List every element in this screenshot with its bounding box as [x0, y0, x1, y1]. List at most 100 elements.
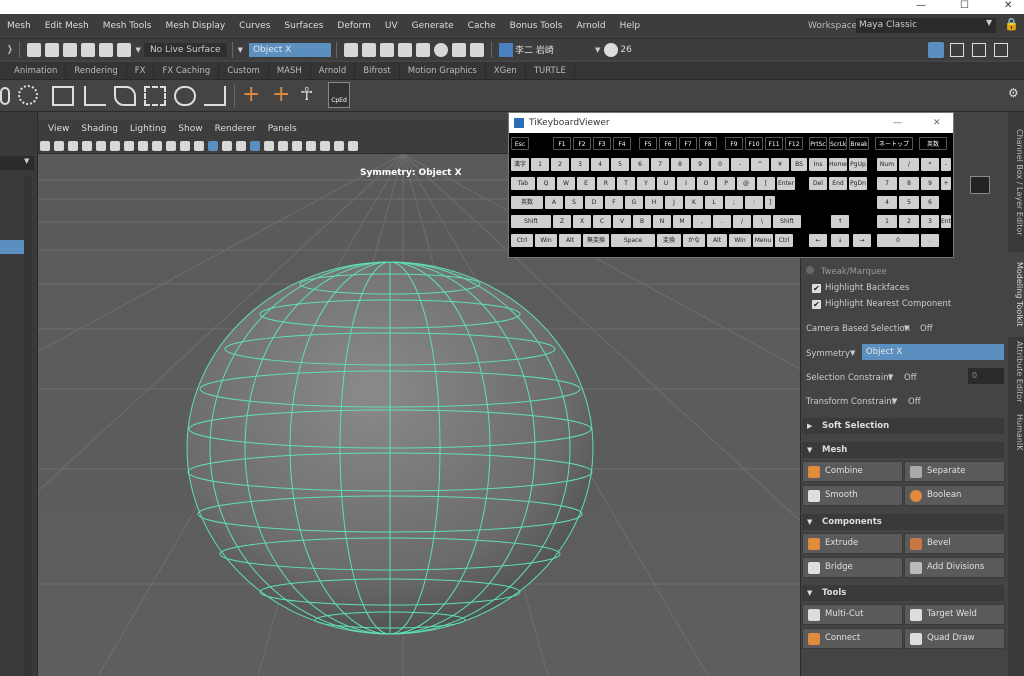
- gate-mask-icon[interactable]: [138, 140, 148, 151]
- maximize-icon[interactable]: ☐: [960, 0, 969, 11]
- selection-mode-icon[interactable]: [970, 176, 990, 194]
- mesh-section[interactable]: Mesh: [802, 442, 1004, 458]
- curve-tool-icon[interactable]: [174, 86, 196, 106]
- viewport-menu-panels[interactable]: Panels: [262, 120, 303, 138]
- ik-handle-icon[interactable]: +: [272, 82, 290, 107]
- checkbox-checked[interactable]: ✔: [812, 284, 821, 293]
- shadows-icon[interactable]: [278, 140, 288, 151]
- use-all-lights-icon[interactable]: [264, 140, 274, 151]
- cped-button[interactable]: CpEd: [328, 82, 350, 108]
- outliner-selected-item[interactable]: [0, 240, 24, 254]
- grid-icon[interactable]: [96, 140, 106, 151]
- arnold-render-icon[interactable]: [451, 42, 466, 57]
- shelf-tool-icon[interactable]: [0, 87, 10, 105]
- radio-icon[interactable]: [806, 266, 814, 274]
- highlight-nearest-option[interactable]: ✔ Highlight Nearest Component: [812, 299, 951, 309]
- select-by-hierarchy-icon[interactable]: [26, 42, 41, 57]
- wireframe-on-shaded-icon[interactable]: [250, 140, 260, 151]
- render-icon[interactable]: [343, 42, 358, 57]
- hypershade-icon[interactable]: [397, 42, 412, 57]
- dropdown-arrow-icon[interactable]: ▼: [850, 349, 855, 357]
- joint-tool-icon[interactable]: +: [242, 82, 260, 107]
- tab-human-ik[interactable]: HumanIK: [1008, 412, 1024, 452]
- safe-action-icon[interactable]: [166, 140, 176, 151]
- shelf-tab-arnold[interactable]: Arnold: [311, 61, 356, 80]
- lock-icon[interactable]: 🔒: [1004, 17, 1019, 31]
- pause-icon[interactable]: [469, 42, 484, 57]
- scrollbar[interactable]: [24, 176, 32, 676]
- multi-cut-button[interactable]: Multi-Cut: [802, 604, 903, 625]
- add-divisions-button[interactable]: Add Divisions: [904, 557, 1005, 578]
- menu-mesh-display[interactable]: Mesh Display: [158, 14, 232, 38]
- safe-title-icon[interactable]: [180, 140, 190, 151]
- combine-button[interactable]: Combine: [802, 461, 903, 482]
- menu-cache[interactable]: Cache: [461, 14, 503, 38]
- camera-based-selection-value[interactable]: Off: [920, 324, 933, 334]
- camera-attributes-icon[interactable]: [54, 140, 64, 151]
- dropdown-arrow-icon[interactable]: ▼: [892, 397, 897, 405]
- symmetry-field[interactable]: Object X: [248, 42, 331, 57]
- default-material-icon[interactable]: [222, 140, 232, 151]
- shelf-tab-bifrost[interactable]: Bifrost: [355, 61, 400, 80]
- close-icon[interactable]: ✕: [933, 113, 941, 133]
- menu-generate[interactable]: Generate: [405, 14, 461, 38]
- shelf-tab-mash[interactable]: MASH: [269, 61, 311, 80]
- menu-mesh[interactable]: Mesh: [0, 14, 38, 38]
- menu-arnold[interactable]: Arnold: [569, 14, 612, 38]
- curve-tool-icon[interactable]: [114, 86, 136, 106]
- menu-help[interactable]: Help: [613, 14, 648, 38]
- tab-channel-box[interactable]: Channel Box / Layer Editor: [1008, 122, 1024, 242]
- tools-section[interactable]: Tools: [802, 585, 1004, 601]
- textured-icon[interactable]: [236, 140, 246, 151]
- attribute-editor-icon[interactable]: [972, 43, 986, 57]
- render-preview-icon[interactable]: [433, 42, 448, 57]
- menu-edit-mesh[interactable]: Edit Mesh: [38, 14, 96, 38]
- soft-selection-section[interactable]: Soft Selection: [802, 418, 1004, 434]
- transform-constraint-value[interactable]: Off: [908, 397, 921, 407]
- menu-bonus-tools[interactable]: Bonus Tools: [503, 14, 570, 38]
- bevel-button[interactable]: Bevel: [904, 533, 1005, 554]
- bridge-button[interactable]: Bridge: [802, 557, 903, 578]
- tab-attribute-editor[interactable]: Attribute Editor: [1008, 337, 1024, 407]
- close-icon[interactable]: ✕: [1004, 0, 1012, 11]
- extrude-button[interactable]: Extrude: [802, 533, 903, 554]
- anti-aliasing-icon[interactable]: [320, 140, 330, 151]
- select-by-object-icon[interactable]: [44, 42, 59, 57]
- smooth-shade-icon[interactable]: [208, 140, 218, 151]
- render-sequence-icon[interactable]: [415, 42, 430, 57]
- minimize-icon[interactable]: —: [893, 113, 902, 133]
- curve-tool-icon[interactable]: [84, 86, 106, 106]
- checkbox-checked[interactable]: ✔: [812, 300, 821, 309]
- dropdown-arrow-icon[interactable]: ▼: [904, 324, 909, 332]
- shelf-tab-custom[interactable]: Custom: [219, 61, 269, 80]
- shelf-tab-xgen[interactable]: XGen: [486, 61, 526, 80]
- viewport-menu-view[interactable]: View: [42, 120, 75, 138]
- modeling-toolkit-toggle-icon[interactable]: [928, 42, 944, 58]
- minimize-icon[interactable]: —: [916, 0, 926, 11]
- wireframe-icon[interactable]: [194, 140, 204, 151]
- ambient-occlusion-icon[interactable]: [292, 140, 302, 151]
- curve-tool-icon[interactable]: [204, 86, 226, 106]
- selection-constraint-value[interactable]: Off: [904, 373, 917, 383]
- target-weld-button[interactable]: Target Weld: [904, 604, 1005, 625]
- human-ik-icon[interactable]: [950, 43, 964, 57]
- shelf-tab-fx-caching[interactable]: FX Caching: [154, 61, 220, 80]
- film-gate-icon[interactable]: [110, 140, 120, 151]
- viewport-menu-shading[interactable]: Shading: [75, 120, 124, 138]
- select-by-surface-icon[interactable]: [116, 42, 131, 57]
- shelf-tool-icon[interactable]: [18, 85, 38, 105]
- tab-modeling-toolkit[interactable]: Modeling Toolkit: [1008, 252, 1024, 337]
- dropdown-arrow-icon[interactable]: ▼: [888, 373, 893, 381]
- shelf-tab-rendering[interactable]: Rendering: [66, 61, 127, 80]
- separate-button[interactable]: Separate: [904, 461, 1005, 482]
- motion-blur-icon[interactable]: [306, 140, 316, 151]
- shelf-tab-turtle[interactable]: TURTLE: [526, 61, 575, 80]
- connect-button[interactable]: Connect: [802, 628, 903, 649]
- select-by-curve-icon[interactable]: [98, 42, 113, 57]
- menu-surfaces[interactable]: Surfaces: [277, 14, 330, 38]
- live-surface-field[interactable]: No Live Surface: [143, 42, 227, 57]
- dropdown-arrow-icon[interactable]: ▼: [238, 46, 243, 54]
- dropdown-arrow-icon[interactable]: ▼: [136, 46, 141, 54]
- resolution-gate-icon[interactable]: [124, 140, 134, 151]
- shelf-menu-icon[interactable]: ⚙: [1008, 86, 1019, 100]
